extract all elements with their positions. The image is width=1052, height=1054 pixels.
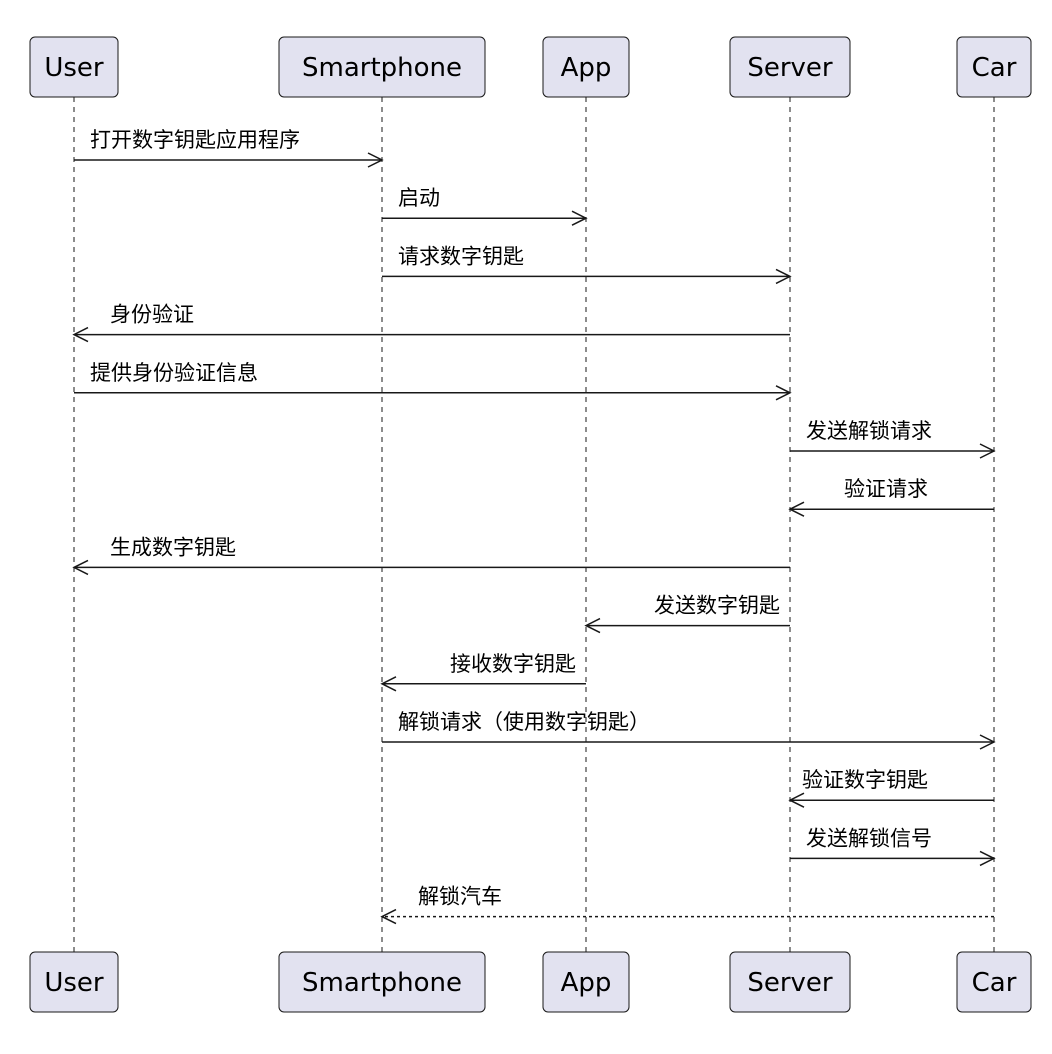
participant-smartphone-top: Smartphone (278, 36, 486, 98)
participant-app-top: App (542, 36, 630, 98)
participant-label: User (44, 968, 104, 998)
message-label: 身份验证 (110, 303, 194, 327)
participant-label: App (561, 968, 612, 998)
message-label: 解锁请求（使用数字钥匙） (398, 710, 650, 734)
message: 发送解锁信号 (790, 826, 996, 867)
message-label: 解锁汽车 (418, 885, 502, 909)
message-label: 验证数字钥匙 (802, 768, 928, 792)
message: 解锁汽车 (380, 885, 994, 925)
participant-server-top: Server (729, 36, 851, 98)
message: 发送数字钥匙 (584, 594, 790, 634)
sequence-diagram: 打开数字钥匙应用程序启动请求数字钥匙身份验证提供身份验证信息发送解锁请求验证请求… (29, 36, 1032, 1013)
participant-label: App (561, 53, 612, 83)
message: 提供身份验证信息 (74, 361, 792, 401)
participant-server-bottom: Server (729, 951, 851, 1013)
message: 生成数字钥匙 (72, 535, 790, 576)
participant-car-top: Car (956, 36, 1032, 98)
participant-smartphone-bottom: Smartphone (278, 951, 486, 1013)
participant-label: Smartphone (302, 968, 462, 998)
participant-user-top: User (29, 36, 119, 98)
participant-app-bottom: App (542, 951, 630, 1013)
message-label: 生成数字钥匙 (110, 535, 236, 559)
participant-user-bottom: User (29, 951, 119, 1013)
participant-label: Server (747, 968, 833, 998)
lifelines (73, 97, 995, 952)
participant-label: Car (972, 968, 1017, 998)
message-label: 发送解锁请求 (806, 419, 932, 443)
message: 验证请求 (788, 477, 994, 517)
message-label: 发送数字钥匙 (654, 594, 780, 618)
participant-label: Car (972, 53, 1017, 83)
message: 接收数字钥匙 (380, 652, 586, 692)
participants-top: User Smartphone App Server Car (29, 36, 1032, 98)
participant-car-bottom: Car (956, 951, 1032, 1013)
message-label: 请求数字钥匙 (398, 244, 524, 268)
messages: 打开数字钥匙应用程序启动请求数字钥匙身份验证提供身份验证信息发送解锁请求验证请求… (72, 128, 996, 925)
message-label: 发送解锁信号 (806, 826, 932, 850)
message-label: 验证请求 (844, 477, 928, 501)
message-label: 启动 (398, 186, 440, 210)
participants-bottom: User Smartphone App Server Car (29, 951, 1032, 1013)
participant-label: Server (747, 53, 833, 83)
message-label: 打开数字钥匙应用程序 (90, 128, 300, 152)
message-label: 接收数字钥匙 (450, 652, 576, 676)
message-label: 提供身份验证信息 (90, 361, 258, 385)
message: 解锁请求（使用数字钥匙） (382, 710, 996, 750)
participant-label: Smartphone (302, 53, 462, 83)
message: 发送解锁请求 (790, 419, 996, 459)
message: 身份验证 (72, 303, 790, 343)
message: 启动 (382, 186, 588, 226)
message: 验证数字钥匙 (788, 768, 994, 808)
participant-label: User (44, 53, 104, 83)
message: 打开数字钥匙应用程序 (74, 128, 384, 168)
